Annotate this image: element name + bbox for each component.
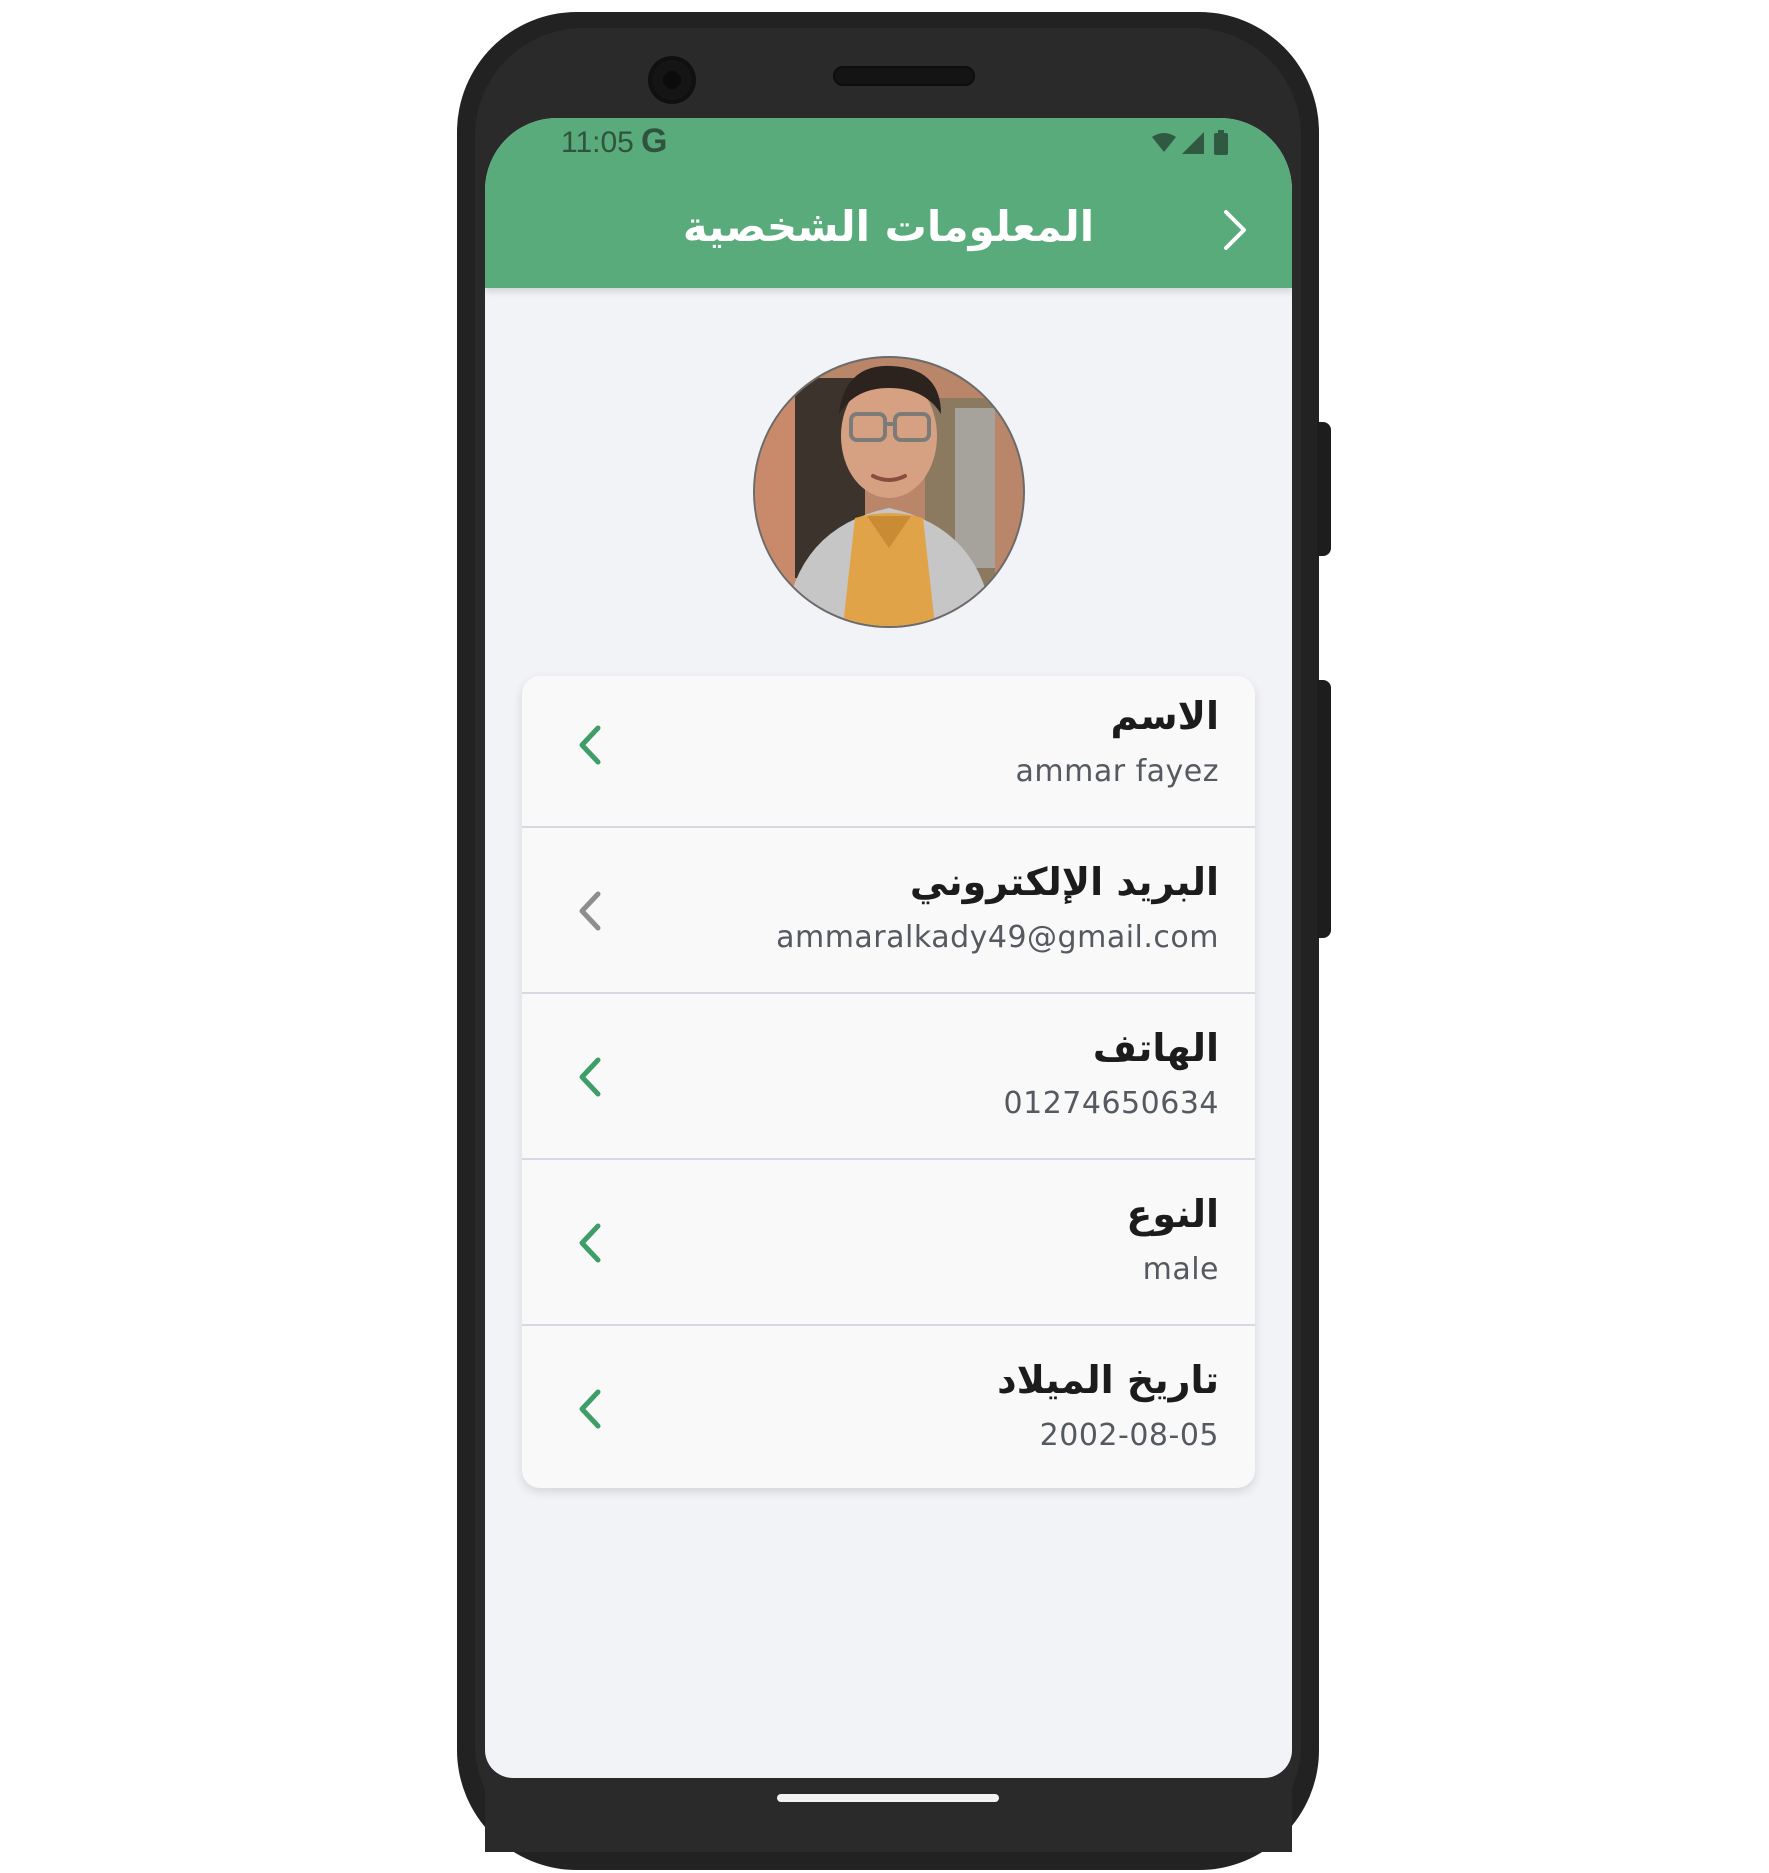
google-g-icon: G bbox=[641, 122, 668, 160]
field-label: النوع bbox=[1126, 1192, 1219, 1236]
status-icons bbox=[1152, 130, 1228, 155]
wifi-icon bbox=[1152, 133, 1176, 152]
back-button[interactable] bbox=[1210, 206, 1258, 254]
app-screen: 11:05 G المعلومات الشخصية الاسم ammar fa… bbox=[485, 118, 1292, 1778]
field-value: 2002-08-05 bbox=[1039, 1418, 1219, 1453]
chevron-left-icon bbox=[579, 1389, 601, 1429]
home-indicator[interactable] bbox=[777, 1794, 999, 1802]
list-item-birthdate[interactable]: تاريخ الميلاد 2002-08-05 bbox=[522, 1324, 1255, 1488]
device-mockup: 11:05 G المعلومات الشخصية الاسم ammar fa… bbox=[0, 0, 1769, 1873]
divider bbox=[522, 1158, 1255, 1160]
list-item-phone[interactable]: الهاتف 01274650634 bbox=[522, 992, 1255, 1158]
system-nav-bar bbox=[485, 1778, 1292, 1852]
divider bbox=[522, 826, 1255, 828]
chevron-left-icon bbox=[579, 725, 601, 765]
divider bbox=[522, 1324, 1255, 1326]
list-item-gender[interactable]: النوع male bbox=[522, 1158, 1255, 1324]
chevron-left-icon bbox=[579, 1223, 601, 1263]
field-label: الهاتف bbox=[1092, 1026, 1219, 1070]
app-header: 11:05 G المعلومات الشخصية bbox=[485, 118, 1292, 288]
field-label: الاسم bbox=[1110, 694, 1220, 738]
field-label: تاريخ الميلاد bbox=[997, 1358, 1219, 1402]
chevron-right-icon bbox=[1224, 210, 1246, 250]
profile-photo bbox=[755, 358, 1023, 626]
list-item-email[interactable]: البريد الإلكتروني ammaralkady49@gmail.co… bbox=[522, 826, 1255, 992]
chevron-left-icon bbox=[579, 891, 601, 931]
avatar[interactable] bbox=[753, 356, 1025, 628]
battery-icon bbox=[1214, 130, 1228, 155]
personal-info-card: الاسم ammar fayez البريد الإلكتروني amma… bbox=[522, 676, 1255, 1488]
power-button bbox=[1317, 422, 1331, 556]
front-camera-icon bbox=[648, 56, 696, 104]
chevron-left-icon bbox=[579, 1057, 601, 1097]
volume-button bbox=[1317, 680, 1331, 938]
field-value: male bbox=[1142, 1252, 1219, 1287]
page-title: المعلومات الشخصية bbox=[682, 202, 1095, 251]
field-value: ammaralkady49@gmail.com bbox=[776, 920, 1219, 955]
field-value: 01274650634 bbox=[1003, 1086, 1219, 1121]
field-label: البريد الإلكتروني bbox=[909, 860, 1219, 904]
divider bbox=[522, 992, 1255, 994]
field-value: ammar fayez bbox=[1015, 754, 1219, 789]
status-time: 11:05 bbox=[561, 126, 634, 159]
earpiece-speaker bbox=[833, 66, 975, 86]
list-item-name[interactable]: الاسم ammar fayez bbox=[522, 676, 1255, 826]
cell-signal-icon bbox=[1182, 132, 1204, 154]
